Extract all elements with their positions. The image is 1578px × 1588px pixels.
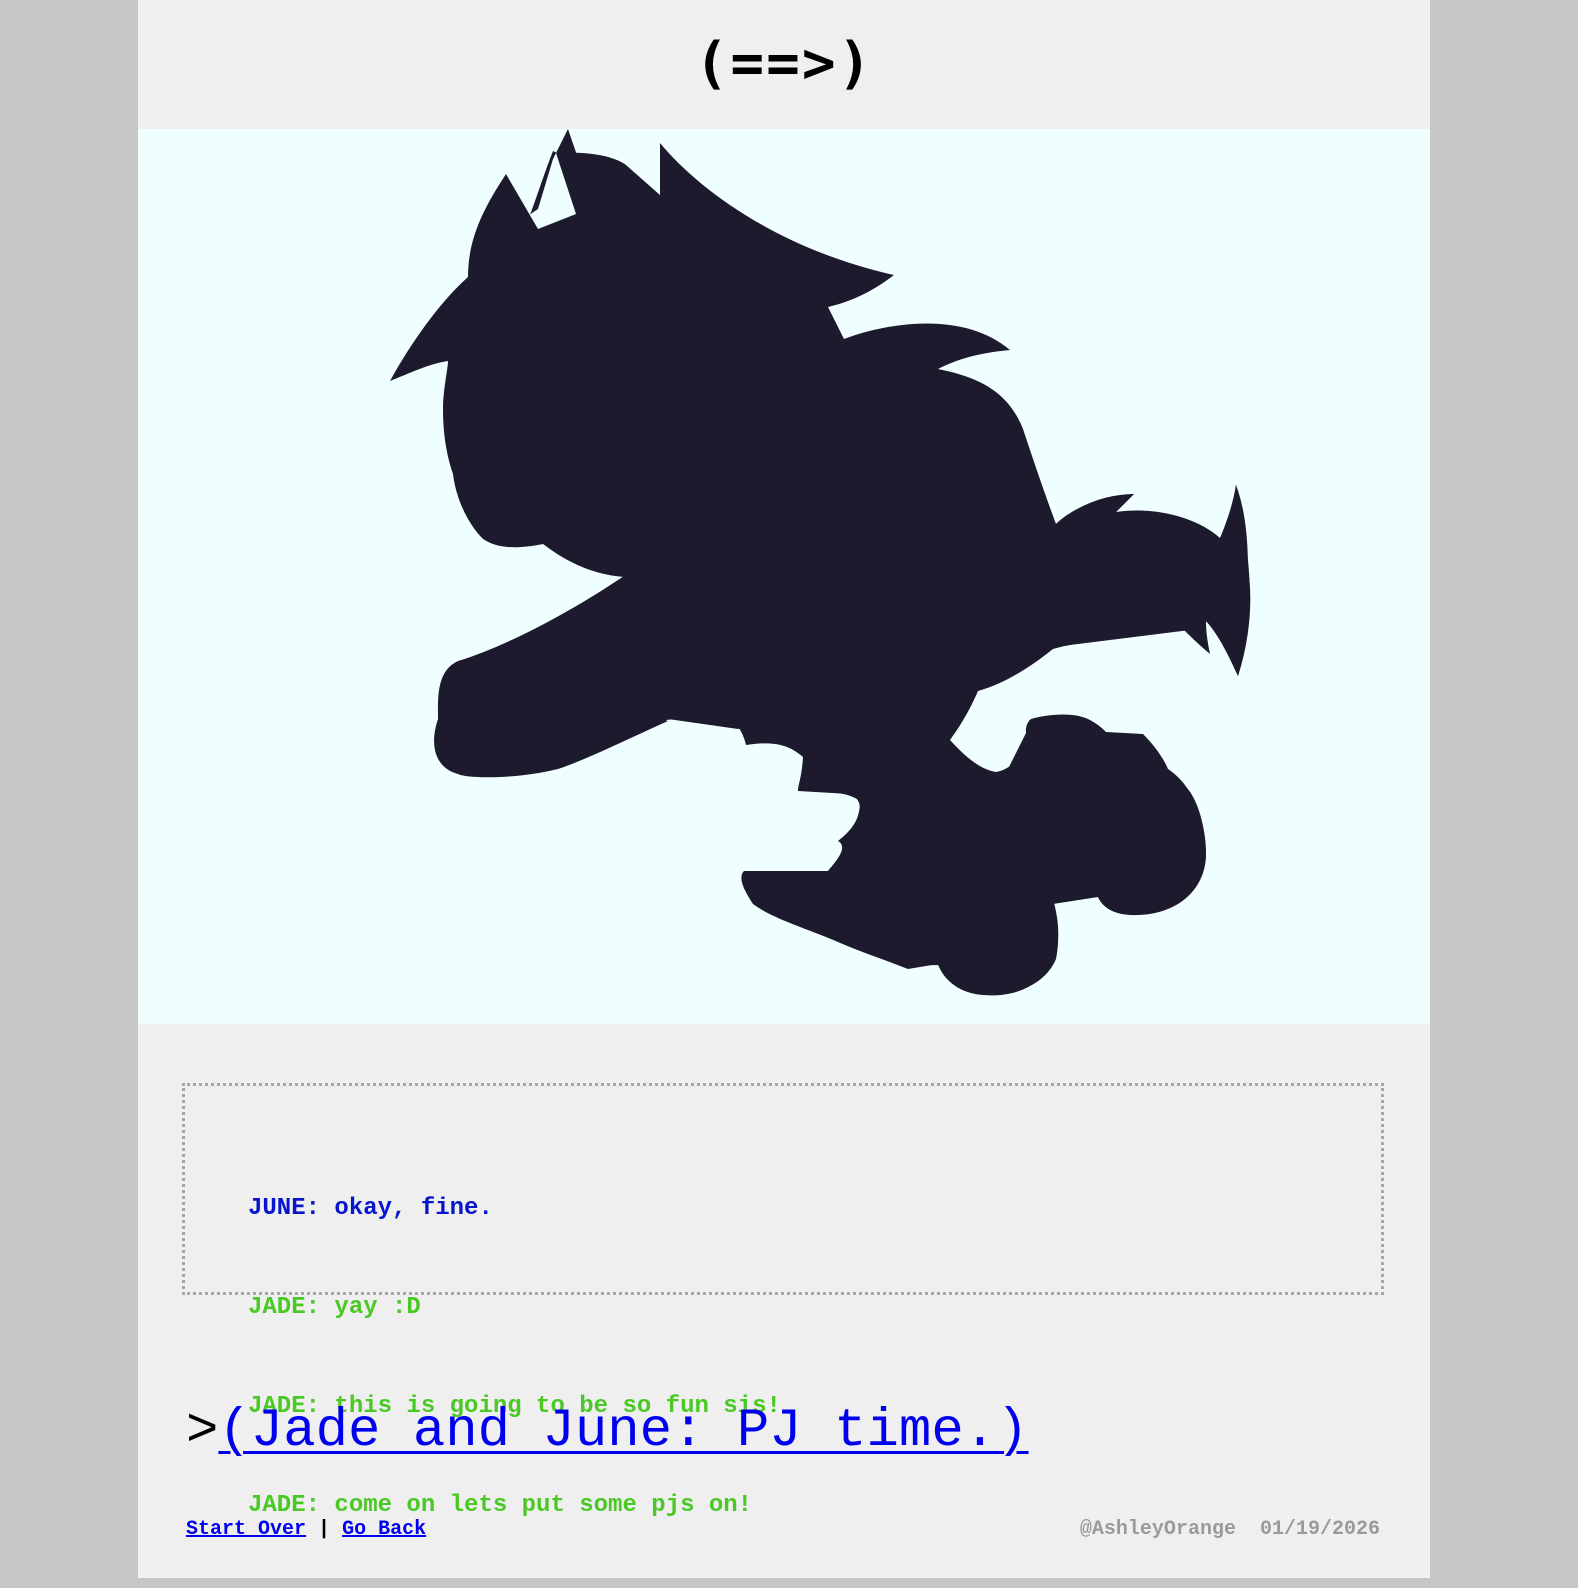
dialogue-log: JUNE: okay, fine. JADE: yay :D JADE: thi…: [182, 1083, 1384, 1519]
log-line-june: JUNE: okay, fine.: [248, 1195, 493, 1222]
character-silhouette: [390, 129, 1251, 996]
go-back-link[interactable]: Go Back: [342, 1518, 426, 1541]
log-line-jade: JADE: yay :D: [248, 1294, 421, 1321]
footer-meta: @AshleyOrange 01/19/2026: [1080, 1516, 1380, 1544]
silhouette-image: [390, 129, 1251, 996]
prompt-symbol: >: [186, 1401, 219, 1462]
next-page-link[interactable]: (Jade and June: PJ time.): [218, 1401, 1028, 1462]
post-date: 01/19/2026: [1259, 1518, 1380, 1541]
start-over-link[interactable]: Start Over: [186, 1518, 306, 1541]
page: (==>) JUNE: okay, fine. JADE: yay :D JAD…: [138, 0, 1430, 1578]
author-handle: @AshleyOrange: [1079, 1518, 1236, 1541]
header: (==>): [138, 0, 1430, 129]
footer-separator: |: [318, 1518, 331, 1541]
next-command: >(Jade and June: PJ time.): [186, 1396, 1029, 1468]
footer-nav: Start Over | Go Back: [186, 1516, 426, 1544]
comic-panel: [138, 129, 1430, 1024]
page-title: (==>): [694, 31, 874, 96]
